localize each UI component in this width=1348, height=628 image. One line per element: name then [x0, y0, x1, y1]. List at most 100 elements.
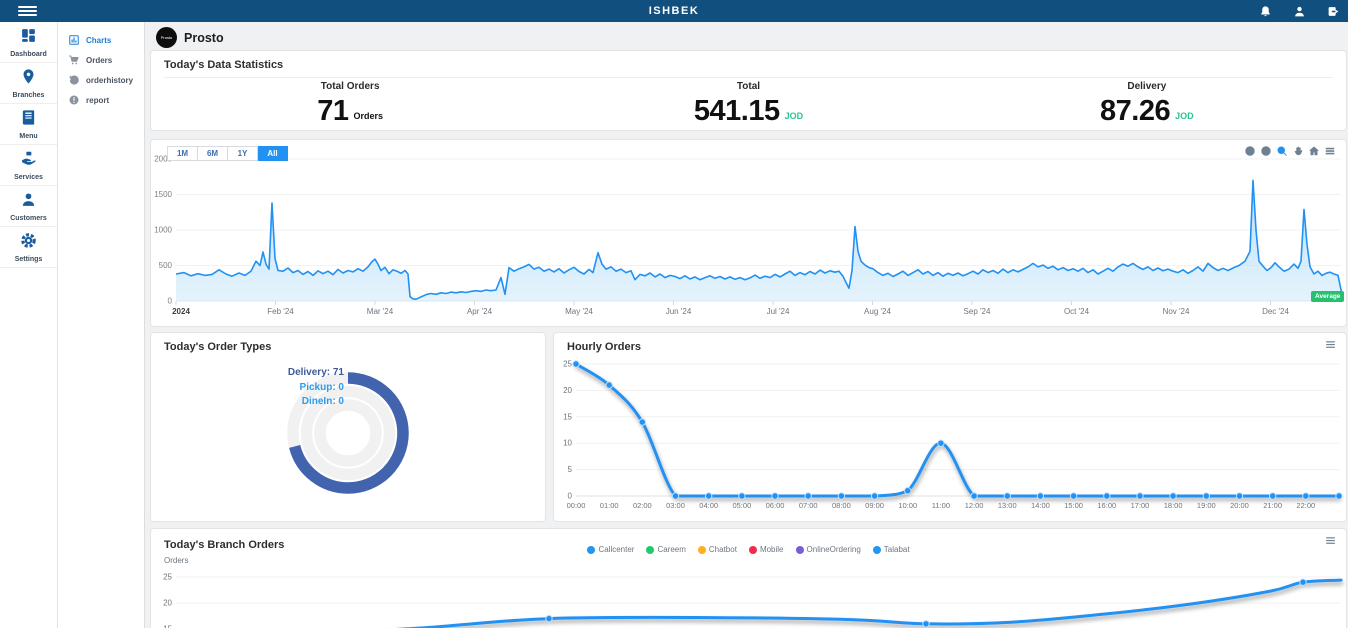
range-button-all[interactable]: All: [258, 146, 288, 161]
sidebar-item-customers[interactable]: Customers: [0, 186, 57, 227]
menu-book-icon: [20, 109, 37, 131]
pan-icon[interactable]: [1292, 145, 1304, 157]
orders-cart-icon: [68, 54, 80, 66]
legend-item-callcenter[interactable]: Callcenter: [587, 545, 634, 554]
x-tick-label: 05:00: [732, 501, 751, 510]
order-type-label-delivery: Delivery: 71: [151, 366, 344, 381]
x-tick-label: Jul '24: [767, 307, 790, 316]
x-tick-label: 01:00: [600, 501, 619, 510]
legend-dot: [698, 546, 706, 554]
x-tick-label: Jun '24: [666, 307, 692, 316]
zoom-in-icon[interactable]: [1244, 145, 1256, 157]
data-point-marker: [1004, 493, 1010, 499]
subsidebar-item-label: report: [86, 96, 109, 105]
orders-trend-card: 1M6M1YAll 20001500100050002024Feb '24Mar…: [150, 139, 1347, 327]
sidebar-item-services[interactable]: Services: [0, 145, 57, 186]
data-point-marker: [739, 493, 745, 499]
y-tick-label: 0: [568, 492, 573, 501]
x-tick-label: 16:00: [1097, 501, 1116, 510]
legend-item-careem[interactable]: Careem: [646, 545, 685, 554]
range-selector: 1M6M1YAll: [167, 146, 288, 161]
sidebar-item-menu[interactable]: Menu: [0, 104, 57, 145]
data-point-marker: [1303, 493, 1309, 499]
range-button-1m[interactable]: 1M: [167, 146, 198, 161]
sidebar-item-label: Settings: [15, 256, 43, 263]
x-tick-label: 15:00: [1064, 501, 1083, 510]
subsidebar-item-label: Orders: [86, 56, 112, 65]
data-point-marker: [573, 361, 579, 367]
divider: [164, 77, 1333, 78]
logout-icon[interactable]: [1327, 5, 1340, 18]
branch-orders-chart[interactable]: 252015: [151, 529, 1346, 628]
data-point-marker: [838, 493, 844, 499]
stat-value-row: 87.26JOD: [948, 95, 1346, 128]
data-point-marker: [706, 493, 712, 499]
sidebar-item-branches[interactable]: Branches: [0, 63, 57, 104]
x-tick-label: Dec '24: [1262, 307, 1289, 316]
x-tick-label: 09:00: [865, 501, 884, 510]
stats-card: Today's Data Statistics Total Orders71Or…: [150, 50, 1347, 131]
y-tick-label: 10: [563, 439, 572, 448]
stat-delivery: Delivery87.26JOD: [948, 81, 1346, 128]
subsidebar-item-orderhistory[interactable]: orderhistory: [58, 70, 144, 90]
charts-icon: [68, 34, 80, 46]
legend-item-talabat[interactable]: Talabat: [873, 545, 910, 554]
x-tick-label: Oct '24: [1064, 307, 1090, 316]
y-tick-label: 5: [568, 465, 573, 474]
y-tick-label: 25: [163, 573, 172, 582]
stat-value-row: 71Orders: [151, 95, 549, 128]
x-tick-label: 04:00: [699, 501, 718, 510]
subsidebar-item-orders[interactable]: Orders: [58, 50, 144, 70]
range-button-6m[interactable]: 6M: [198, 146, 228, 161]
bell-icon[interactable]: [1259, 5, 1272, 18]
range-button-1y[interactable]: 1Y: [228, 146, 258, 161]
order-type-label-pickup: Pickup: 0: [151, 381, 344, 396]
branch-orders-card: Today's Branch Orders CallcenterCareemCh…: [150, 528, 1347, 628]
selection-zoom-icon[interactable]: [1276, 145, 1288, 157]
home-icon[interactable]: [1308, 145, 1320, 157]
legend-item-mobile[interactable]: Mobile: [749, 545, 784, 554]
y-tick-label: 25: [563, 360, 572, 369]
data-point-marker: [1037, 493, 1043, 499]
branch-y-axis-title: Orders: [164, 556, 188, 565]
sidebar-item-dashboard[interactable]: Dashboard: [0, 22, 57, 63]
sidebar-item-label: Services: [14, 174, 43, 181]
subsidebar-item-label: Charts: [86, 36, 111, 45]
restaurant-name: Prosto: [184, 31, 224, 45]
y-tick-label: 20: [563, 386, 572, 395]
dashboard-page: ISHBEK DashboardBranchesMenuServicesCust…: [0, 0, 1348, 628]
customers-person-icon: [20, 191, 37, 213]
legend-dot: [873, 546, 881, 554]
data-point-marker: [1203, 493, 1209, 499]
data-point-marker: [606, 382, 612, 388]
order-types-labels: Delivery: 71Pickup: 0DineIn: 0: [151, 366, 344, 410]
sidebar-item-settings[interactable]: Settings: [0, 227, 57, 268]
orders-trend-chart[interactable]: 20001500100050002024Feb '24Mar '24Apr '2…: [151, 140, 1346, 326]
order-types-radial-chart[interactable]: [151, 333, 545, 521]
hourly-orders-chart[interactable]: 252015105000:0001:0002:0003:0004:0005:00…: [554, 333, 1346, 521]
x-tick-label: Feb '24: [267, 307, 294, 316]
zoom-out-icon[interactable]: [1260, 145, 1272, 157]
stat-unit: JOD: [1175, 111, 1194, 121]
data-point-marker: [938, 440, 944, 446]
subsidebar-item-charts[interactable]: Charts: [58, 30, 144, 50]
x-tick-label: May '24: [565, 307, 593, 316]
x-tick-label: 19:00: [1197, 501, 1216, 510]
stat-unit: JOD: [785, 111, 804, 121]
x-tick-label: 08:00: [832, 501, 851, 510]
x-tick-label: Nov '24: [1163, 307, 1190, 316]
report-circle-icon: [68, 94, 80, 106]
hourly-orders-card: Hourly Orders 252015105000:0001:0002:000…: [553, 332, 1347, 522]
chart-menu-icon[interactable]: [1324, 145, 1336, 157]
legend-item-onlineordering[interactable]: OnlineOrdering: [796, 545, 861, 554]
data-point-marker: [971, 493, 977, 499]
x-tick-label: 11:00: [932, 501, 950, 510]
subsidebar-item-label: orderhistory: [86, 76, 133, 85]
legend-dot: [646, 546, 654, 554]
user-icon[interactable]: [1293, 5, 1306, 18]
subsidebar-item-report[interactable]: report: [58, 90, 144, 110]
data-point-marker: [546, 615, 552, 621]
legend-item-chatbot[interactable]: Chatbot: [698, 545, 737, 554]
stat-label: Total Orders: [151, 81, 549, 92]
x-tick-label: 20:00: [1230, 501, 1249, 510]
